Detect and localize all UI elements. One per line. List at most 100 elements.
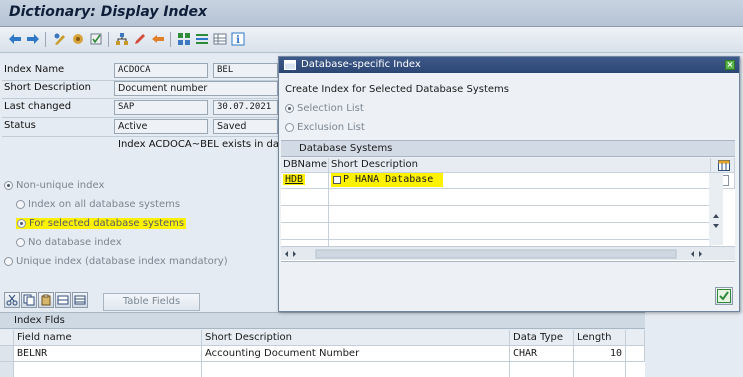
radio-all-database-systems[interactable]: Index on all database systems xyxy=(16,199,180,210)
database-specific-index-dialog: Database-specific Index × Create Index f… xyxy=(278,56,740,312)
table-row-empty xyxy=(329,223,711,240)
copy-icon[interactable] xyxy=(21,292,37,308)
dialog-window-icon xyxy=(284,60,296,70)
f4-help-icon[interactable] xyxy=(333,176,341,184)
row-divider xyxy=(2,136,278,137)
table-row-empty[interactable] xyxy=(281,223,329,240)
scroll-thumb xyxy=(315,249,677,259)
forward-arrow-icon[interactable] xyxy=(25,31,41,47)
column-header-dbname[interactable]: DBName xyxy=(281,158,329,173)
object-list-icon[interactable] xyxy=(176,31,192,47)
table-fields-button[interactable]: Table Fields xyxy=(103,293,200,311)
row-divider xyxy=(2,117,278,118)
radio-unique-index[interactable]: Unique index (database index mandatory) xyxy=(4,256,228,267)
insert-row-icon[interactable] xyxy=(55,292,71,308)
short-description-label: Short Description xyxy=(4,82,91,93)
close-icon[interactable]: × xyxy=(725,60,735,70)
svg-text:i: i xyxy=(236,35,240,46)
dialog-heading: Create Index for Selected Database Syste… xyxy=(285,84,509,95)
where-used-icon[interactable] xyxy=(150,31,166,47)
last-changed-date-field[interactable]: 30.07.2021 xyxy=(213,100,278,115)
table-row-empty xyxy=(329,189,711,206)
grid-icon[interactable] xyxy=(212,31,228,47)
row-divider xyxy=(2,98,278,99)
scroll-right-icon xyxy=(293,251,296,257)
table-row-short-description: Accounting Document Number xyxy=(202,346,510,362)
column-header-length[interactable]: Length xyxy=(574,330,626,346)
edit-pencil-icon[interactable] xyxy=(132,31,148,47)
row-selector[interactable] xyxy=(0,362,14,377)
table-row-empty xyxy=(329,206,711,223)
scroll-down-icon xyxy=(713,224,719,228)
radio-button-icon[interactable] xyxy=(16,200,25,209)
status-saved-field[interactable]: Saved xyxy=(213,119,278,134)
table-row-empty xyxy=(202,362,510,377)
vertical-scrollbar[interactable] xyxy=(709,173,723,245)
column-settings-icon[interactable] xyxy=(711,158,735,173)
radio-button-icon[interactable] xyxy=(4,257,13,266)
table-row-empty xyxy=(574,362,626,377)
radio-button-icon[interactable] xyxy=(17,219,26,228)
table-row-filler xyxy=(626,346,645,362)
table-row-field-name[interactable]: BELNR xyxy=(14,346,202,362)
row-selector[interactable] xyxy=(0,346,14,362)
radio-button-icon[interactable] xyxy=(16,238,25,247)
toolbar-separator xyxy=(45,32,46,47)
confirm-button[interactable] xyxy=(715,287,733,305)
column-settings-header[interactable] xyxy=(626,330,645,346)
radio-exclusion-list[interactable]: Exclusion List xyxy=(285,122,365,133)
radio-selected-database-systems[interactable]: For selected database systems xyxy=(16,218,187,229)
last-changed-user-field[interactable]: SAP xyxy=(114,100,208,115)
column-header-field-name[interactable]: Field name xyxy=(14,330,202,346)
checkmark-icon xyxy=(717,289,731,303)
window-title: Dictionary: Display Index xyxy=(9,4,208,20)
delete-row-icon[interactable] xyxy=(72,292,88,308)
table-row-db-description: P HANA Database xyxy=(329,173,711,189)
horizontal-scrollbar[interactable] xyxy=(281,246,735,260)
index-fields-section-title: Index Flds xyxy=(0,312,645,329)
scroll-up-icon xyxy=(713,214,719,218)
scroll-left-icon xyxy=(285,251,288,257)
table-row-empty[interactable] xyxy=(281,189,329,206)
paste-icon[interactable] xyxy=(38,292,54,308)
index-name-table-field[interactable]: ACDOCA xyxy=(114,63,208,78)
radio-selection-list[interactable]: Selection List xyxy=(285,103,364,114)
index-fields-table: Field name Short Description Data Type L… xyxy=(0,330,645,377)
hierarchy-icon[interactable] xyxy=(114,31,130,47)
column-header-short-description[interactable]: Short Description xyxy=(329,158,711,173)
cut-icon[interactable] xyxy=(4,292,20,308)
table-row-data-type: CHAR xyxy=(510,346,574,362)
table-row-empty xyxy=(510,362,574,377)
check-icon[interactable] xyxy=(88,31,104,47)
last-changed-label: Last changed xyxy=(4,101,72,112)
table-row-empty[interactable] xyxy=(14,362,202,377)
radio-no-database-index[interactable]: No database index xyxy=(16,237,122,248)
index-name-label: Index Name xyxy=(4,64,65,75)
index-exists-text: Index ACDOCA~BEL exists in data xyxy=(118,139,278,150)
radio-button-icon[interactable] xyxy=(4,181,13,190)
back-arrow-icon[interactable] xyxy=(7,31,23,47)
database-systems-header: Database Systems xyxy=(281,140,735,157)
column-header-data-type[interactable]: Data Type xyxy=(510,330,574,346)
toolbar-separator xyxy=(108,32,109,47)
display-object-icon[interactable] xyxy=(194,31,210,47)
display-change-icon[interactable] xyxy=(52,31,68,47)
toolbar-separator xyxy=(170,32,171,47)
scroll-left-icon xyxy=(691,251,694,257)
index-name-id-field[interactable]: BEL xyxy=(213,63,278,78)
table-row-length: 10 xyxy=(574,346,626,362)
application-toolbar: i xyxy=(0,27,743,53)
radio-button-icon[interactable] xyxy=(285,123,294,132)
short-description-field[interactable]: Document number xyxy=(114,81,278,96)
radio-non-unique[interactable]: Non-unique index xyxy=(4,180,104,191)
radio-button-icon[interactable] xyxy=(285,104,294,113)
table-row-empty[interactable] xyxy=(281,206,329,223)
row-selector-header[interactable] xyxy=(0,330,14,346)
column-header-short-description[interactable]: Short Description xyxy=(202,330,510,346)
activate-icon[interactable] xyxy=(70,31,86,47)
title-bar: Dictionary: Display Index xyxy=(0,0,743,27)
info-icon[interactable]: i xyxy=(230,31,246,47)
table-row-dbname[interactable]: HDB xyxy=(281,173,329,189)
status-field[interactable]: Active xyxy=(114,119,208,134)
scroll-right-icon xyxy=(699,251,702,257)
